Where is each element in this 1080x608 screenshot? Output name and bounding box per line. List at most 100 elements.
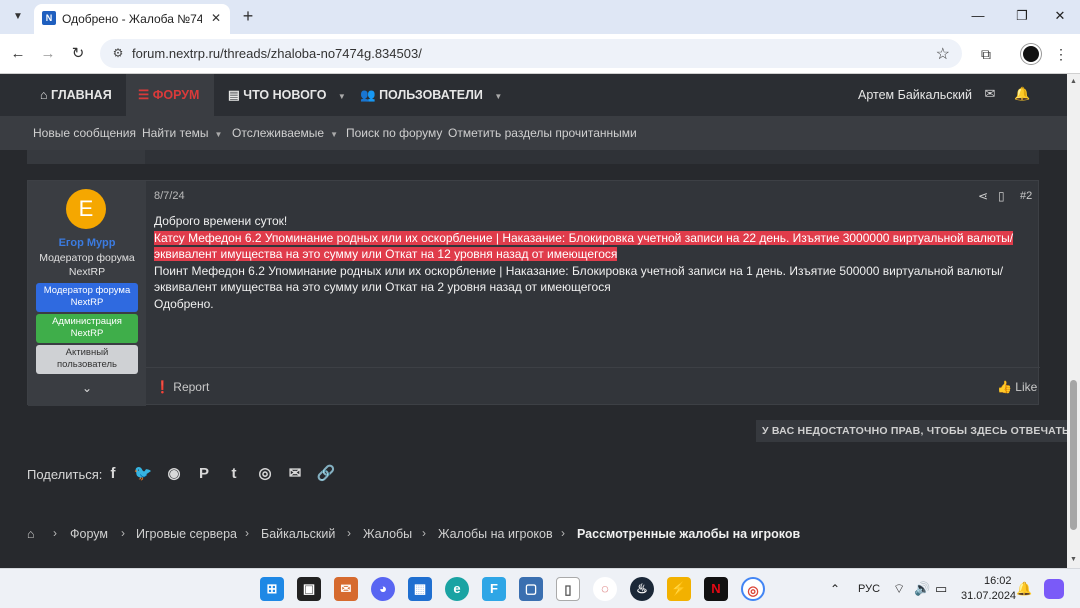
chevron-down-icon[interactable]: ▼ [215, 130, 223, 139]
chevron-down-icon[interactable]: ⌄ [78, 381, 96, 397]
site-favicon-icon: N [42, 11, 56, 25]
pinterest-icon[interactable]: P [194, 464, 214, 484]
subnav-find-threads-label: Найти темы [142, 126, 209, 140]
email-icon[interactable]: ✉ [285, 464, 305, 484]
forum-main-nav: ⌂ ГЛАВНАЯ ☰ ФОРУМ ▤ ЧТО НОВОГО ▼ 👥 ПОЛЬЗ… [0, 74, 1067, 116]
edge-icon[interactable]: e [445, 577, 469, 601]
address-bar[interactable]: ⚙ forum.nextrp.ru/threads/zhaloba-no7474… [100, 39, 962, 68]
store-icon[interactable]: ▦ [408, 577, 432, 601]
bookmark-icon[interactable]: ▯ [998, 189, 1005, 203]
discord-icon[interactable]: ◕ [371, 577, 395, 601]
windows-start-icon[interactable]: ⊞ [260, 577, 284, 601]
link-icon[interactable]: 🔗 [316, 464, 336, 484]
minimize-icon[interactable]: — [968, 6, 988, 26]
copilot-icon[interactable] [1044, 579, 1064, 599]
user-title: Модератор форума NextRP [39, 252, 135, 278]
chevron-down-icon[interactable]: ▼ [494, 92, 502, 101]
extensions-icon[interactable]: ⧉ [975, 43, 997, 65]
subnav-new-posts[interactable]: Новые сообщения [33, 116, 136, 150]
forward-icon[interactable]: → [38, 44, 58, 64]
steam-icon[interactable]: ♨ [630, 577, 654, 601]
home-icon: ⌂ [40, 88, 48, 102]
twitter-icon[interactable]: 🐦 [133, 464, 153, 484]
back-icon[interactable]: ← [8, 44, 28, 64]
new-tab-button[interactable]: + [238, 6, 258, 26]
post-username[interactable]: Егор Мурр [28, 237, 146, 249]
task-view-icon[interactable]: ▣ [297, 577, 321, 601]
scroll-down-icon[interactable]: ▼ [1067, 554, 1080, 566]
tray-date[interactable]: 31.07.2024 [961, 590, 1016, 602]
facebook-icon[interactable]: f [103, 464, 123, 484]
tray-language[interactable]: РУС [858, 583, 880, 595]
post-number[interactable]: #2 [1020, 190, 1032, 202]
chevron-down-icon[interactable]: ▼ [338, 92, 346, 101]
url-text[interactable]: forum.nextrp.ru/threads/zhaloba-no7474g.… [132, 46, 422, 61]
battery-icon[interactable]: ▭ [935, 581, 947, 597]
forum-sub-nav: Новые сообщения Найти темы ▼ Отслеживаемы… [0, 116, 1067, 150]
breadcrumb-complaints[interactable]: Жалобы [363, 527, 412, 541]
file-icon[interactable]: ▯ [556, 577, 580, 601]
whatsapp-icon[interactable]: ◎ [255, 464, 275, 484]
no-reply-permission-notice: У ВАС НЕДОСТАТОЧНО ПРАВ, ЧТОБЫ ЗДЕСЬ ОТВ… [756, 420, 1079, 442]
nav-users[interactable]: 👥 ПОЛЬЗОВАТЕЛИ ▼ [360, 74, 502, 116]
tray-time[interactable]: 16:02 [984, 575, 1012, 587]
browser-tab-bar: ▼ N Одобрено - Жалоба №7474G ✕ + — ❐ ✕ [0, 0, 1080, 34]
post-date[interactable]: 8/7/24 [154, 190, 185, 202]
subnav-watched[interactable]: Отслеживаемые ▼ [232, 116, 338, 150]
notifications-bell-icon[interactable]: 🔔 [1016, 581, 1032, 597]
subnav-search-forums[interactable]: Поиск по форуму [346, 116, 442, 150]
chrome-icon[interactable]: ◎ [741, 577, 765, 601]
bookmark-star-icon[interactable]: ☆ [936, 44, 950, 64]
inbox-icon[interactable]: ✉ [982, 86, 998, 102]
breadcrumb-game-servers[interactable]: Игровые сервера [136, 527, 237, 541]
profile-avatar[interactable] [1021, 44, 1041, 64]
scroll-up-icon[interactable]: ▲ [1067, 76, 1080, 88]
window-app-icon[interactable]: ▢ [519, 577, 543, 601]
browser-tab[interactable]: N Одобрено - Жалоба №7474G ✕ [34, 4, 230, 34]
nav-forum[interactable]: ☰ ФОРУМ [126, 74, 214, 116]
alerts-bell-icon[interactable]: 🔔 [1014, 86, 1030, 102]
tray-chevron-up-icon[interactable]: ⌃ [830, 582, 840, 596]
restore-icon[interactable]: ❐ [1012, 6, 1032, 26]
breadcrumb-server[interactable]: Байкальский [261, 527, 335, 541]
chevron-down-icon[interactable]: ▼ [330, 130, 338, 139]
tab-search-chevron-icon[interactable]: ▼ [8, 7, 28, 27]
window-close-icon[interactable]: ✕ [1050, 6, 1070, 26]
app-yellow-icon[interactable]: ⚡ [667, 577, 691, 601]
scroll-thumb[interactable] [1070, 380, 1077, 530]
like-button[interactable]: 👍 Like [997, 380, 1037, 394]
account-name[interactable]: Артем Байкальский [858, 74, 972, 116]
thumbs-up-icon: 👍 [997, 380, 1012, 394]
page-scrollbar[interactable]: ▲ ▼ [1067, 74, 1080, 568]
chevron-right-icon: › [121, 526, 125, 540]
nav-whats-new-label: ЧТО НОВОГО [243, 88, 327, 102]
avatar[interactable]: E [66, 189, 106, 229]
message-icon: ▤ [228, 88, 240, 102]
home-icon[interactable]: ⌂ [27, 527, 35, 541]
breadcrumb-player-complaints[interactable]: Жалобы на игроков [438, 527, 553, 541]
browser-menu-icon[interactable]: ⋮ [1050, 43, 1072, 65]
share-icon[interactable]: ⋖ [978, 189, 988, 203]
report-button[interactable]: ❗ Report [155, 380, 209, 394]
badge-moderator: Модератор форума NextRP [36, 283, 138, 312]
subnav-find-threads[interactable]: Найти темы ▼ [142, 116, 222, 150]
volume-icon[interactable]: 🔊 [914, 581, 930, 597]
site-info-icon[interactable]: ⚙ [110, 45, 126, 61]
netflix-icon[interactable]: N [704, 577, 728, 601]
wifi-icon[interactable]: ⌔ [893, 581, 905, 597]
subnav-mark-read[interactable]: Отметить разделы прочитанными [448, 116, 637, 150]
nav-home-label: ГЛАВНАЯ [51, 88, 112, 102]
post-greeting: Доброго времени суток! [154, 214, 288, 228]
tab-close-icon[interactable]: ✕ [208, 10, 224, 26]
badge-administration: Администрация NextRP [36, 314, 138, 343]
post-content: Доброго времени суток! Катсу Мефедон 6.2… [154, 213, 1024, 312]
reload-icon[interactable]: ↻ [68, 44, 88, 64]
nav-whats-new[interactable]: ▤ ЧТО НОВОГО ▼ [228, 74, 346, 116]
reddit-icon[interactable]: ◉ [164, 464, 184, 484]
app-f-icon[interactable]: F [482, 577, 506, 601]
tumblr-icon[interactable]: t [224, 464, 244, 484]
mail-app-icon[interactable]: ✉ [334, 577, 358, 601]
nav-home[interactable]: ⌂ ГЛАВНАЯ [40, 74, 112, 116]
breadcrumb-forum[interactable]: Форум [70, 527, 108, 541]
app-red-circle-icon[interactable]: ◌ [593, 577, 617, 601]
